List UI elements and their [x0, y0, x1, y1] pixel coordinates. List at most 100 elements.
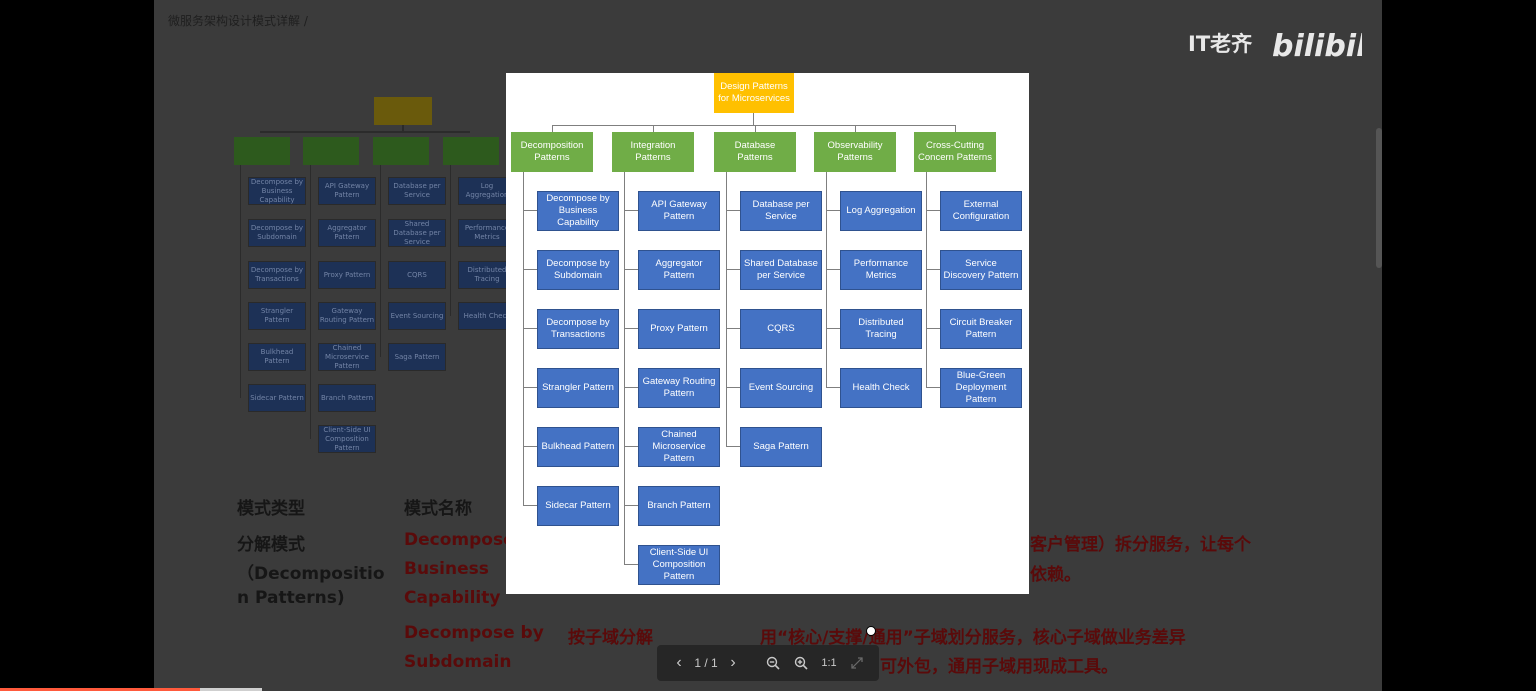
connector-line: [826, 387, 840, 388]
bg-pattern-box: Proxy Pattern: [318, 261, 376, 289]
bg-pattern-box: Chained Microservice Pattern: [318, 343, 376, 371]
connector-line: [826, 328, 840, 329]
bg-pattern-box: Decompose by Transactions: [248, 261, 306, 289]
connector-line: [552, 125, 955, 126]
connector-line: [826, 269, 840, 270]
category-4: Cross-Cutting Concern Patterns: [914, 132, 996, 172]
connector-line: [624, 210, 638, 211]
zoom-out-icon[interactable]: [761, 645, 785, 681]
col-header-type: 模式类型: [237, 499, 305, 519]
pattern-name: Decompose by: [404, 623, 544, 643]
bg-pattern-box: Decompose by Business Capability: [248, 177, 306, 205]
pattern-box: Distributed Tracing: [840, 309, 922, 349]
connector-line: [624, 446, 638, 447]
bg-pattern-box: Gateway Routing Pattern: [318, 302, 376, 330]
connector-line: [523, 210, 537, 211]
breadcrumb[interactable]: 微服务架构设计模式详解 /: [168, 12, 308, 29]
pattern-box: Proxy Pattern: [638, 309, 720, 349]
connector-line: [523, 172, 524, 506]
bg-pattern-box: Bulkhead Pattern: [248, 343, 306, 371]
pattern-box: API Gateway Pattern: [638, 191, 720, 231]
pattern-name: Capability: [404, 588, 501, 608]
pattern-box: Blue-Green Deployment Pattern: [940, 368, 1022, 408]
pattern-box: Health Check: [840, 368, 922, 408]
bg-chart-root: [374, 97, 432, 125]
bg-pattern-box: CQRS: [388, 261, 446, 289]
pattern-box: Bulkhead Pattern: [537, 427, 619, 467]
pattern-box: Chained Microservice Pattern: [638, 427, 720, 467]
connector-line: [523, 446, 537, 447]
category-2: Database Patterns: [714, 132, 796, 172]
category-3: Observability Patterns: [814, 132, 896, 172]
connector-line: [523, 505, 537, 506]
connector-line: [926, 172, 927, 388]
prev-button[interactable]: ‹: [669, 645, 689, 681]
connector-line: [753, 113, 754, 125]
bg-pattern-box: Strangler Pattern: [248, 302, 306, 330]
lightbox-image[interactable]: Design Patterns for Microservices Decompo…: [506, 73, 1029, 594]
connector-line: [523, 387, 537, 388]
background-chart: Decompose by Business Capability Decompos…: [230, 95, 520, 465]
connector-line: [624, 269, 638, 270]
pattern-name: Business: [404, 559, 489, 579]
chart-root: Design Patterns for Microservices: [714, 73, 794, 113]
connector-line: [826, 172, 827, 388]
connector-line: [624, 564, 638, 565]
col-header-name: 模式名称: [404, 499, 472, 519]
bg-col-head: [373, 137, 429, 165]
pattern-box: Log Aggregation: [840, 191, 922, 231]
pattern-type-en: （Decompositio: [237, 564, 385, 584]
pattern-type: 分解模式: [237, 535, 305, 555]
bg-pattern-box: Branch Pattern: [318, 384, 376, 412]
pattern-box: Decompose by Transactions: [537, 309, 619, 349]
fullscreen-icon[interactable]: [845, 645, 869, 681]
scrollbar[interactable]: [1376, 128, 1382, 268]
pattern-desc: 可外包，通用子域用现成工具。: [880, 657, 1118, 677]
pattern-name: Subdomain: [404, 652, 512, 672]
page-indicator: 1 / 1: [694, 656, 718, 670]
connector-line: [624, 172, 625, 565]
bg-pattern-box: Database per Service: [388, 177, 446, 205]
watermark-text: IT老齐: [1188, 32, 1253, 56]
connector-line: [726, 210, 740, 211]
bg-pattern-box: Decompose by Subdomain: [248, 219, 306, 247]
image-viewer-toolbar: ‹ 1 / 1 › 1:1: [657, 645, 879, 681]
actual-size-button[interactable]: 1:1: [817, 645, 841, 681]
connector-line: [926, 210, 940, 211]
bg-col-head: [234, 137, 290, 165]
pattern-box: Branch Pattern: [638, 486, 720, 526]
bg-pattern-box: Aggregator Pattern: [318, 219, 376, 247]
bg-pattern-box: Event Sourcing: [388, 302, 446, 330]
bg-col-head: [303, 137, 359, 165]
pattern-box: Saga Pattern: [740, 427, 822, 467]
pattern-box: Circuit Breaker Pattern: [940, 309, 1022, 349]
category-1: Integration Patterns: [612, 132, 694, 172]
connector-line: [926, 387, 940, 388]
connector-line: [726, 328, 740, 329]
connector-line: [624, 505, 638, 506]
pattern-box: Decompose by Business Capability: [537, 191, 619, 231]
pattern-box: Client-Side UI Composition Pattern: [638, 545, 720, 585]
bg-pattern-box: Shared Database per Service: [388, 219, 446, 247]
next-button[interactable]: ›: [723, 645, 743, 681]
svg-text:bilibili: bilibili: [1272, 29, 1362, 64]
pattern-box: Sidecar Pattern: [537, 486, 619, 526]
pattern-name: Decompose: [404, 530, 515, 550]
pattern-type-en: n Patterns): [237, 588, 345, 608]
category-0: Decomposition Patterns: [511, 132, 593, 172]
bg-pattern-box: Sidecar Pattern: [248, 384, 306, 412]
pattern-cn: 按子域分解: [568, 628, 653, 648]
pattern-box: Performance Metrics: [840, 250, 922, 290]
pattern-box: External Configuration: [940, 191, 1022, 231]
pattern-desc: 客户管理）拆分服务，让每个: [1030, 535, 1251, 555]
mouse-cursor: [866, 626, 876, 636]
connector-line: [624, 387, 638, 388]
bg-pattern-box: Saga Pattern: [388, 343, 446, 371]
pattern-box: Event Sourcing: [740, 368, 822, 408]
bg-col-head: [443, 137, 499, 165]
bg-pattern-box: API Gateway Pattern: [318, 177, 376, 205]
connector-line: [624, 328, 638, 329]
zoom-in-icon[interactable]: [789, 645, 813, 681]
connector-line: [523, 328, 537, 329]
pattern-box: Strangler Pattern: [537, 368, 619, 408]
